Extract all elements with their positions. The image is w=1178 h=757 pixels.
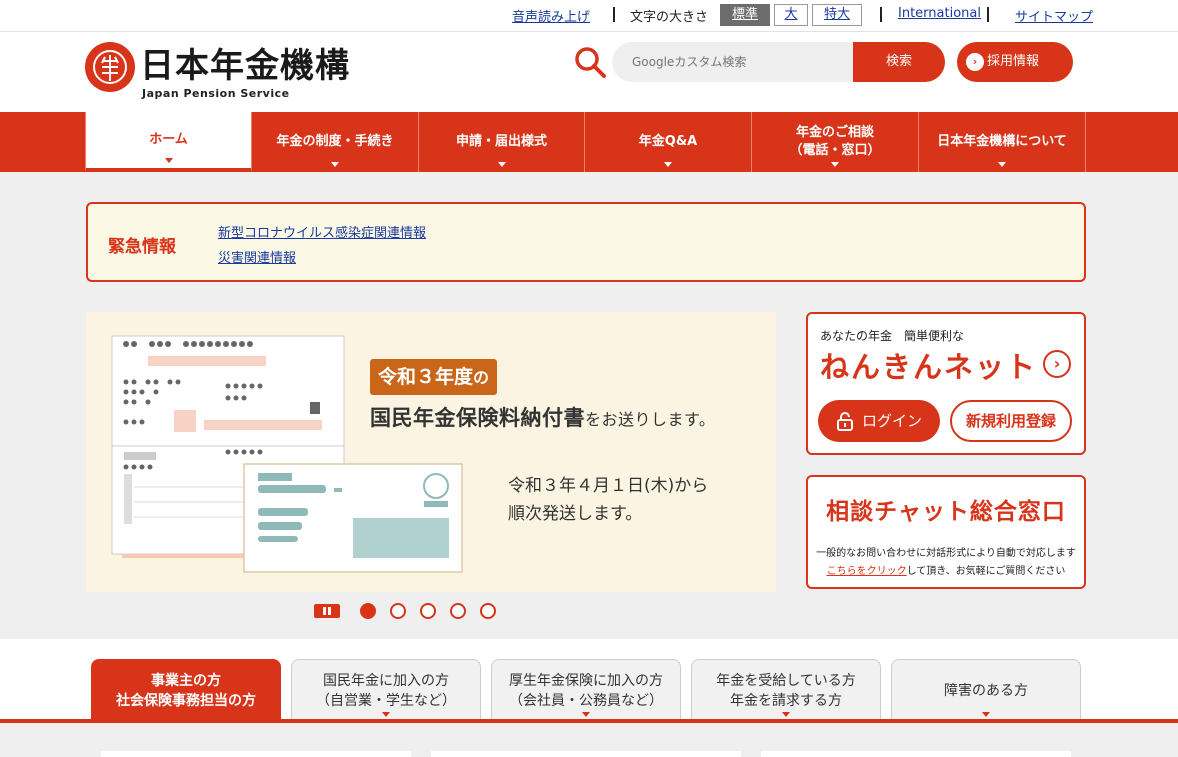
sitemap-link[interactable]: サイトマップ: [1015, 6, 1093, 25]
chat-consultation-box: 相談チャット総合窓口 一般的なお問い合わせに対話形式により自動で対応します こち…: [806, 475, 1086, 589]
site-header: 日本年金機構 Japan Pension Service 検索 › 採用情報: [0, 32, 1178, 112]
logo-mark-icon[interactable]: [85, 42, 135, 92]
tab-line2: （会社員・公務員など）: [509, 692, 663, 709]
carousel-dot-5[interactable]: [480, 603, 496, 619]
font-size-standard-button[interactable]: 標準: [720, 4, 770, 26]
nav-label: ホーム: [149, 132, 188, 147]
register-button[interactable]: 新規利用登録: [950, 400, 1072, 442]
search-button[interactable]: 検索: [853, 42, 945, 82]
caret-down-icon: [782, 712, 790, 717]
recruit-button[interactable]: › 採用情報: [957, 42, 1073, 82]
caret-down-icon: [497, 162, 506, 167]
nav-consultation[interactable]: 年金のご相談 （電話・窓口）: [752, 112, 919, 172]
covid-info-link[interactable]: 新型コロナウイルス感染症関連情報: [218, 222, 426, 241]
login-label: ログイン: [862, 412, 923, 430]
content-card: [761, 751, 1071, 757]
nenkin-net-title[interactable]: ねんきんネット: [820, 344, 1037, 386]
main-banner[interactable]: 令和３年度の 国民年金保険料納付書をお送りします。 令和３年４月１日(木)から …: [86, 312, 776, 592]
chat-description-2: こちらをクリックして頂き、お気軽にご質問ください: [808, 562, 1084, 577]
caret-down-icon: [582, 712, 590, 717]
emergency-info-box: 緊急情報 新型コロナウイルス感染症関連情報 災害関連情報: [86, 202, 1086, 282]
arrow-right-icon: ›: [966, 53, 984, 71]
caret-down-icon: [831, 162, 839, 167]
nav-about[interactable]: 日本年金機構について: [919, 112, 1086, 172]
content-card: [101, 751, 411, 757]
tab-line1: 障害のある方: [944, 682, 1028, 699]
divider: [613, 7, 615, 22]
tab-employees-pension[interactable]: 厚生年金保険に加入の方 （会社員・公務員など）: [491, 659, 681, 721]
tab-line2: 年金を請求する方: [730, 692, 842, 709]
carousel-dot-1[interactable]: [360, 603, 376, 619]
chat-description-rest: して頂き、お気軽にご質問ください: [906, 566, 1066, 577]
caret-down-icon: [664, 162, 672, 167]
chat-click-link[interactable]: こちらをクリック: [827, 566, 907, 577]
tab-line1: 事業主の方: [151, 672, 221, 689]
tab-line1: 年金を受給している方: [716, 672, 856, 689]
font-size-xlarge-button[interactable]: 特大: [812, 4, 862, 26]
tab-line2: （自営業・学生など）: [316, 692, 456, 709]
utility-bar: 音声読み上げ 文字の大きさ 標準 大 特大 International サイトマ…: [0, 0, 1178, 32]
banner-headline: 国民年金保険料納付書をお送りします。: [370, 402, 715, 432]
nav-label: 申請・届出様式: [455, 134, 547, 149]
nav-system-procedures[interactable]: 年金の制度・手続き: [252, 112, 419, 172]
carousel-dot-2[interactable]: [390, 603, 406, 619]
font-size-large-button[interactable]: 大: [774, 4, 808, 26]
nav-forms[interactable]: 申請・届出様式: [419, 112, 585, 172]
carousel-controls: [314, 602, 514, 620]
caret-down-icon: [382, 712, 390, 717]
tag-particle: の: [473, 368, 490, 387]
banner-year-tag: 令和３年度の: [370, 359, 498, 395]
carousel-dot-4[interactable]: [450, 603, 466, 619]
chat-description: 一般的なお問い合わせに対話形式により自動で対応します: [816, 548, 1076, 559]
divider: [987, 7, 989, 22]
pension-seal-icon: [93, 50, 127, 84]
caret-down-icon: [998, 162, 1006, 167]
nav-label: 年金Q&A: [638, 134, 698, 149]
banner-sub-line2: 順次発送します。: [508, 504, 643, 524]
caret-down-icon: [331, 162, 339, 167]
nav-qa[interactable]: 年金Q&A: [585, 112, 752, 172]
recruit-label: 採用情報: [987, 54, 1040, 69]
tab-disability[interactable]: 障害のある方: [891, 659, 1081, 721]
search-icon: [575, 47, 606, 78]
logo-title[interactable]: 日本年金機構: [140, 46, 350, 86]
pause-icon[interactable]: [314, 604, 340, 618]
carousel-dot-3[interactable]: [420, 603, 436, 619]
content-card: [431, 751, 741, 757]
logo-subtitle: Japan Pension Service: [142, 87, 290, 100]
arrow-right-icon[interactable]: ›: [1043, 350, 1071, 378]
tab-line1: 国民年金に加入の方: [323, 672, 449, 689]
voice-read-link[interactable]: 音声読み上げ: [512, 6, 590, 25]
tab-pension-recipients[interactable]: 年金を受給している方 年金を請求する方: [691, 659, 881, 721]
nav-label-sub: （電話・窓口）: [789, 143, 881, 158]
banner-headline-bold: 国民年金保険料納付書: [370, 406, 585, 430]
banner-subtext: 令和３年４月１日(木)から 順次発送します。: [508, 472, 708, 528]
international-link[interactable]: International: [898, 6, 981, 21]
emergency-title: 緊急情報: [108, 237, 176, 257]
caret-down-icon: [164, 158, 173, 163]
tab-national-pension[interactable]: 国民年金に加入の方 （自営業・学生など）: [291, 659, 481, 721]
payment-slip-illustration: [111, 335, 463, 573]
nenkin-net-box: あなたの年金 簡単便利な ねんきんネット › ログイン 新規利用登録: [806, 312, 1086, 455]
chat-title[interactable]: 相談チャット総合窓口: [808, 492, 1084, 526]
global-nav: ホーム 年金の制度・手続き 申請・届出様式 年金Q&A 年金のご相談 （電話・窓…: [0, 112, 1178, 172]
nav-home[interactable]: ホーム: [85, 112, 252, 172]
disaster-info-link[interactable]: 災害関連情報: [218, 247, 296, 266]
nav-label: 日本年金機構について: [937, 134, 1067, 149]
tab-employers[interactable]: 事業主の方 社会保険事務担当の方: [91, 659, 281, 729]
nav-label: 年金のご相談: [795, 125, 874, 140]
tab-line1: 厚生年金保険に加入の方: [509, 672, 663, 689]
banner-sub-line1: 令和３年４月１日(木)から: [508, 476, 709, 496]
divider: [880, 7, 882, 22]
banner-headline-rest: をお送りします。: [585, 410, 716, 429]
caret-down-icon: [982, 712, 990, 717]
tab-line2: 社会保険事務担当の方: [116, 692, 256, 709]
lock-icon: [837, 412, 853, 431]
nenkin-net-caption: あなたの年金 簡単便利な: [820, 329, 965, 343]
search-input[interactable]: [612, 42, 857, 82]
tag-year: 令和３年度: [378, 366, 474, 388]
font-size-label: 文字の大きさ: [630, 10, 709, 25]
login-button[interactable]: ログイン: [818, 400, 940, 442]
nav-label: 年金の制度・手続き: [276, 134, 394, 149]
